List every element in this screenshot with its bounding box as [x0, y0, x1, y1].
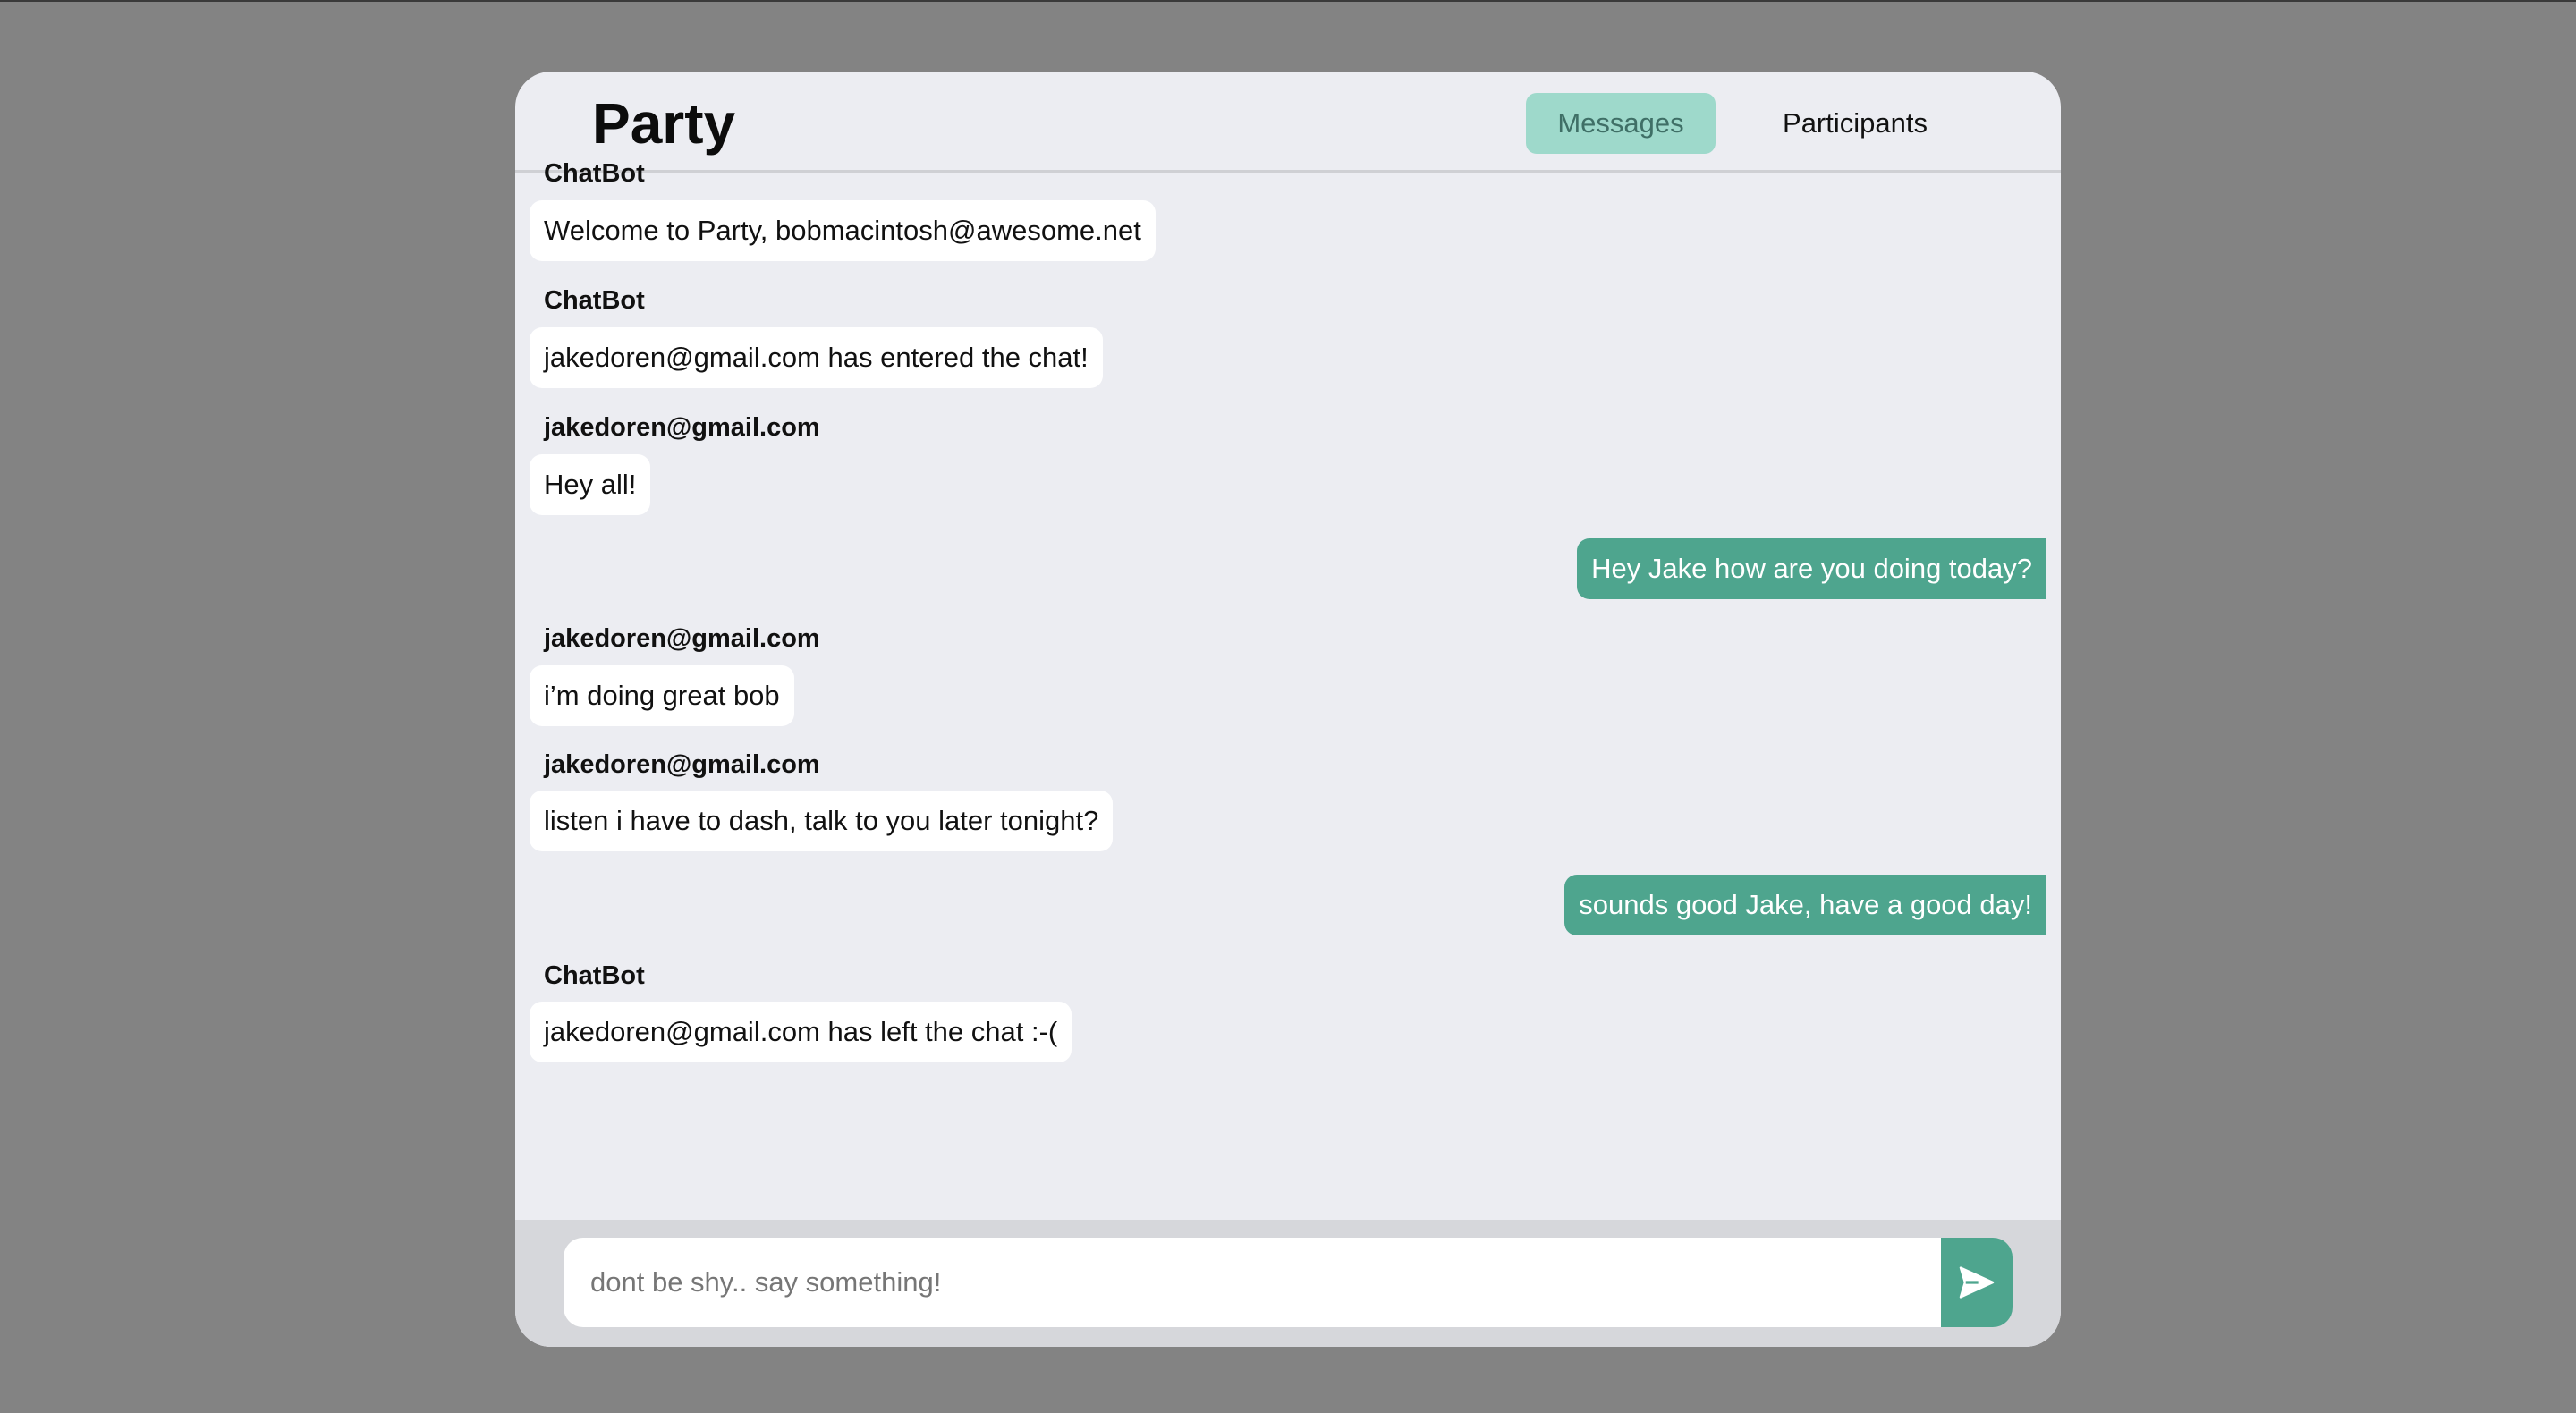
composer-bar — [515, 1220, 2061, 1347]
message-bubble: Hey Jake how are you doing today? — [1577, 538, 2046, 599]
message-sender: ChatBot — [544, 159, 645, 188]
message-bubble: Hey all! — [530, 454, 651, 515]
message-sender: ChatBot — [544, 286, 645, 315]
message-sender: jakedoren@gmail.com — [544, 413, 820, 442]
message-sender: jakedoren@gmail.com — [544, 750, 820, 779]
message-bubble: jakedoren@gmail.com has entered the chat… — [530, 327, 1103, 388]
top-edge-line — [0, 0, 2576, 2]
chat-header: Party Messages Participants — [515, 72, 2061, 173]
message-bubble: jakedoren@gmail.com has left the chat :-… — [530, 1002, 1072, 1062]
tab-participants[interactable]: Participants — [1760, 93, 1950, 154]
message-bubble: Welcome to Party, bobmacintosh@awesome.n… — [530, 200, 1156, 261]
chat-window: Party Messages Participants ChatBot Welco… — [515, 72, 2061, 1347]
tab-messages[interactable]: Messages — [1526, 93, 1716, 154]
message-input[interactable] — [590, 1238, 1932, 1327]
message-sender: ChatBot — [544, 961, 645, 990]
message-bubble: listen i have to dash, talk to you later… — [530, 791, 1114, 851]
message-input-wrapper — [564, 1238, 1943, 1327]
send-button[interactable] — [1941, 1238, 2012, 1327]
room-title: Party — [592, 91, 736, 156]
send-icon — [1959, 1266, 1995, 1299]
message-sender: jakedoren@gmail.com — [544, 624, 820, 653]
message-bubble: i’m doing great bob — [530, 665, 794, 726]
message-list: ChatBot Welcome to Party, bobmacintosh@aw… — [515, 159, 2061, 1291]
message-bubble: sounds good Jake, have a good day! — [1564, 875, 2046, 935]
